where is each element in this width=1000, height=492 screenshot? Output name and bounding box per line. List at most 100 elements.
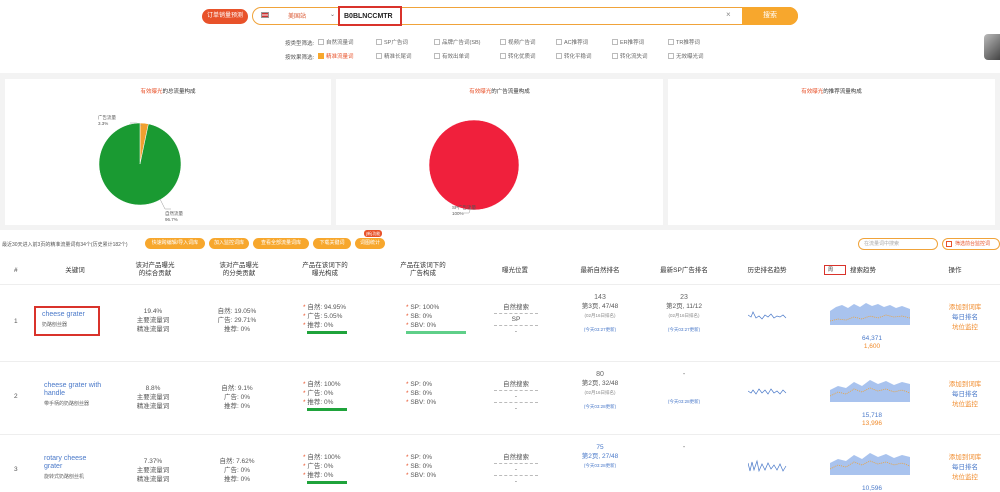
traffic-composition-section: 有效曝光的总流量构成 广告流量 3.3% 自然流量 96.7% 有效曝光的广告流量构成… bbox=[0, 73, 1000, 230]
keyword-link[interactable]: rotary cheese grater bbox=[44, 455, 106, 471]
exposure-recommend: 推荐: 0% bbox=[307, 399, 334, 406]
history-rank-sparkline[interactable] bbox=[748, 384, 788, 400]
ad-bar bbox=[406, 331, 466, 334]
type-filter-option[interactable]: 品牌广告词(SB) bbox=[434, 38, 481, 46]
sparkline-line bbox=[748, 311, 787, 320]
keyword-link[interactable]: cheese grater bbox=[42, 311, 92, 319]
type-filter-option[interactable]: ER推荐词 bbox=[612, 38, 644, 46]
position-natural: 自然搜索 bbox=[503, 454, 529, 461]
position-cell: 自然搜索 SP - bbox=[492, 303, 540, 336]
trend-area bbox=[830, 303, 910, 325]
pie-label: SP广告流量 bbox=[452, 204, 477, 211]
type-filter-option[interactable]: 视频广告词 bbox=[500, 38, 536, 46]
keyword-cell: cheese grater 奶酪刨丝器 bbox=[34, 306, 100, 336]
sp-rank-number[interactable]: - bbox=[652, 370, 716, 379]
natural-rank-cell: 80 第2页, 32/48 (02月16日排名) (今天03:28更新) bbox=[572, 370, 628, 411]
effect-filter-options: 精准流量词 精准长尾词 有效出单词 转化优质词 转化平稳词 转化流失词 无效曝光词 bbox=[318, 52, 718, 61]
effect-filter-option-label: 精准长尾词 bbox=[384, 54, 412, 60]
natural-rank-number[interactable]: 143 bbox=[572, 293, 628, 302]
natural-rank-number[interactable]: 80 bbox=[572, 370, 628, 379]
exposure-natural: 自然: 100% bbox=[307, 454, 341, 461]
contribution-tag: 主要流量词 bbox=[136, 317, 170, 324]
us-flag-icon bbox=[261, 12, 269, 18]
trend-period-select[interactable]: 周 bbox=[824, 265, 846, 275]
asin-search-input[interactable]: B0BLNCCMTR bbox=[338, 6, 402, 26]
slot-monitor-link[interactable]: 坑位监控 bbox=[940, 473, 990, 483]
add-to-library-link[interactable]: 添加到词库 bbox=[940, 453, 990, 463]
effect-filter-option[interactable]: 转化优质词 bbox=[500, 52, 536, 60]
category-ad: 广告: 0% bbox=[223, 467, 250, 474]
category-natural: 自然: 7.62% bbox=[219, 458, 255, 465]
col-position: 曝光位置 bbox=[502, 267, 528, 274]
exposure-natural: 自然: 100% bbox=[307, 381, 341, 388]
type-filter-option[interactable]: AC推荐词 bbox=[556, 38, 588, 46]
contribution-tag: 精准流量词 bbox=[136, 476, 170, 483]
sp-rank-number[interactable]: 23 bbox=[652, 293, 716, 302]
slot-monitor-link[interactable]: 坑位监控 bbox=[940, 400, 990, 410]
add-monitor-button[interactable]: 加入监控词库 bbox=[209, 238, 249, 249]
search-header: 订单销量预测 美国站 ⌄ B0BLNCCMTR × 搜索 按类型筛选: 自然流量… bbox=[0, 0, 1000, 73]
marketplace-select[interactable]: 美国站 bbox=[288, 11, 306, 20]
natural-rank-page: 第2页, 32/48 bbox=[581, 380, 619, 387]
effect-filter-option[interactable]: 精准流量词 bbox=[318, 52, 354, 60]
effect-filter-option[interactable]: 精准长尾词 bbox=[376, 52, 412, 60]
search-trend-chart[interactable] bbox=[830, 372, 910, 406]
natural-rank-page: 第3页, 47/48 bbox=[581, 303, 619, 310]
add-to-library-link[interactable]: 添加到词库 bbox=[940, 303, 990, 313]
category-recommend: 推荐: 0% bbox=[223, 476, 250, 483]
ad-sp: SP: 0% bbox=[410, 454, 433, 461]
search-trend-chart[interactable] bbox=[830, 445, 910, 479]
search-volume-secondary: 13,996 bbox=[862, 420, 882, 427]
daily-rank-link[interactable]: 每日排名 bbox=[940, 390, 990, 400]
category-ad: 广告: 0% bbox=[223, 394, 250, 401]
clear-icon[interactable]: × bbox=[726, 10, 731, 19]
checkbox-icon bbox=[556, 53, 562, 59]
ad-sb: SB: 0% bbox=[410, 463, 433, 470]
sp-rank-note: (今天03:27更新) bbox=[667, 327, 701, 332]
word-stats-button[interactable]: 词图统计 bbox=[355, 238, 385, 249]
daily-rank-link[interactable]: 每日排名 bbox=[940, 463, 990, 473]
natural-rank-page: 第2页, 27/48 bbox=[581, 453, 619, 460]
search-button[interactable]: 搜索 bbox=[742, 7, 798, 25]
view-all-keywords-button[interactable]: 查看全部流量词库 bbox=[253, 238, 309, 249]
history-rank-sparkline[interactable] bbox=[748, 307, 788, 323]
search-trend-chart[interactable] bbox=[830, 295, 910, 329]
quick-import-button[interactable]: 快速跨编辑/导入词库 bbox=[145, 238, 205, 249]
download-keywords-button[interactable]: 下载关键词 bbox=[313, 238, 351, 249]
sp-rank-page: 第2页, 11/12 bbox=[665, 303, 702, 310]
sp-rank-number[interactable]: - bbox=[652, 443, 716, 452]
effect-filter-option[interactable]: 转化平稳词 bbox=[556, 52, 592, 60]
effect-filter-option[interactable]: 转化流失词 bbox=[612, 52, 648, 60]
sp-rank-date: (02月16日排名) bbox=[668, 313, 700, 318]
add-to-library-link[interactable]: 添加到词库 bbox=[940, 380, 990, 390]
col-actions: 操作 bbox=[948, 267, 962, 274]
keyword-search-input[interactable]: 在流量词中搜索 bbox=[858, 238, 938, 250]
side-widget[interactable] bbox=[984, 34, 1000, 60]
checkbox-icon bbox=[500, 39, 506, 45]
position-other: - bbox=[514, 328, 518, 335]
daily-rank-link[interactable]: 每日排名 bbox=[940, 313, 990, 323]
type-filter-option-label: TR推荐词 bbox=[676, 40, 700, 46]
col-contribution: 该对产品曝光 的综合贡献 bbox=[135, 262, 175, 277]
effect-filter-option[interactable]: 有效出单词 bbox=[434, 52, 470, 60]
contribution-tag: 精准流量词 bbox=[136, 326, 170, 333]
pie-label: 自然流量 bbox=[165, 210, 183, 217]
effect-filter-option[interactable]: 无效曝光词 bbox=[668, 52, 704, 60]
history-rank-sparkline[interactable] bbox=[748, 459, 788, 475]
natural-rank-cell: 143 第3页, 47/48 (02月16日排名) (今天03:27更新) bbox=[572, 293, 628, 334]
slot-monitor-link[interactable]: 坑位监控 bbox=[940, 323, 990, 333]
type-filter-option[interactable]: SP广告词 bbox=[376, 38, 408, 46]
pie-slice[interactable] bbox=[428, 119, 520, 211]
type-filter-option[interactable]: 自然流量词 bbox=[318, 38, 354, 46]
contribution-pct: 19.4% bbox=[143, 308, 163, 315]
pie-pct: 96.7% bbox=[165, 217, 178, 222]
sales-forecast-button[interactable]: 订单销量预测 bbox=[202, 9, 248, 24]
type-filter-option-label: 品牌广告词(SB) bbox=[442, 40, 481, 46]
natural-rank-date: (02月16日排名) bbox=[584, 390, 616, 395]
type-filter-option[interactable]: TR推荐词 bbox=[668, 38, 700, 46]
pie-slice[interactable] bbox=[98, 122, 182, 206]
natural-rank-number[interactable]: 75 bbox=[572, 443, 628, 452]
effect-filter-label: 按效果筛选: bbox=[285, 55, 315, 61]
position-cell: 自然搜索 - - bbox=[492, 453, 540, 486]
keyword-link[interactable]: cheese grater with handle bbox=[44, 382, 106, 398]
